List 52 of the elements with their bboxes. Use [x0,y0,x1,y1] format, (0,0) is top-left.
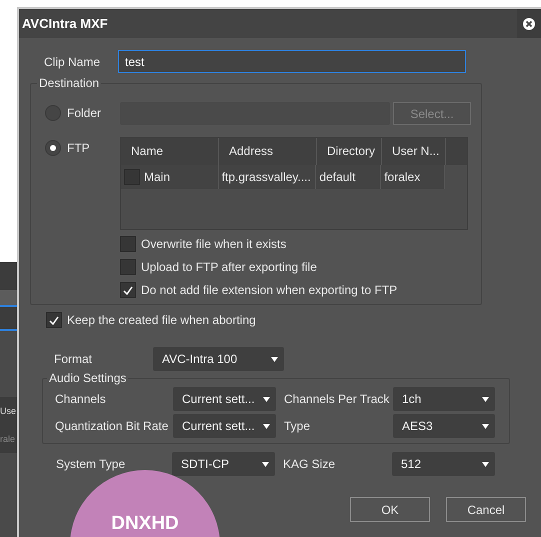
field-label: Quantization Bit Rate [55,419,170,433]
table-cell-text: foralex [384,169,420,186]
dropdown[interactable]: AES3 [393,414,495,438]
dialog-button[interactable]: OK [350,497,430,522]
dropdown[interactable]: Current sett... [173,414,276,438]
group-title: Destination [38,76,100,90]
background-text: Use [0,397,17,425]
window-title: AVCIntra MXF [22,16,108,31]
checkbox[interactable] [120,259,136,275]
caret-icon [263,396,270,402]
caret-icon [482,396,489,402]
window-header-strip [0,262,17,290]
field-label: KAG Size [282,457,336,471]
format-label: Format [54,352,94,366]
caret-icon [262,462,269,466]
radio-button[interactable] [45,105,61,121]
dropdown[interactable]: SDTI-CP [172,452,275,476]
checkbox[interactable] [120,282,136,298]
caret-icon [271,356,278,362]
checkmark-icon [123,286,133,294]
background-text: rale [0,425,17,453]
checkbox[interactable] [46,312,62,328]
field-label: Channels [55,392,107,406]
group-title: Audio Settings [48,371,128,385]
selected-row-strip [0,305,17,331]
field-label: Type [283,419,312,433]
checkbox-label: Do not add file extension when exporting to FTP [141,283,398,297]
table-cell-text: Main [144,169,170,186]
radio-label: FTP [67,141,90,155]
close-icon [523,18,535,30]
caret-icon [482,462,489,466]
dropdown[interactable]: 1ch [393,387,495,411]
radio-label: Folder [67,106,102,120]
checkbox-label: Keep the created file when aborting [67,313,256,327]
checkbox[interactable] [120,236,136,252]
caret-icon [263,424,270,428]
field-label: Channels Per Track [283,392,390,406]
dropdown[interactable]: 512 [392,452,495,476]
clip-name-label: Clip Name [43,54,102,68]
checkbox-label: Overwrite file when it exists [141,237,286,251]
close-button[interactable] [517,9,541,38]
radio-button[interactable] [45,140,61,156]
checkmark-icon [49,316,59,324]
caret-icon [482,424,489,428]
checkbox-label: Upload to FTP after exporting file [141,260,317,274]
dropdown[interactable]: AVC-Intra 100 [153,347,284,371]
table-cell-text: default [319,169,356,186]
dropdown[interactable]: Current sett... [173,387,276,411]
table-cell-text: ftp.grassvalley.... [222,169,311,186]
clip-name-field[interactable]: test [118,50,466,73]
dialog-button[interactable]: Cancel [446,497,526,522]
field-label: System Type [56,457,126,471]
